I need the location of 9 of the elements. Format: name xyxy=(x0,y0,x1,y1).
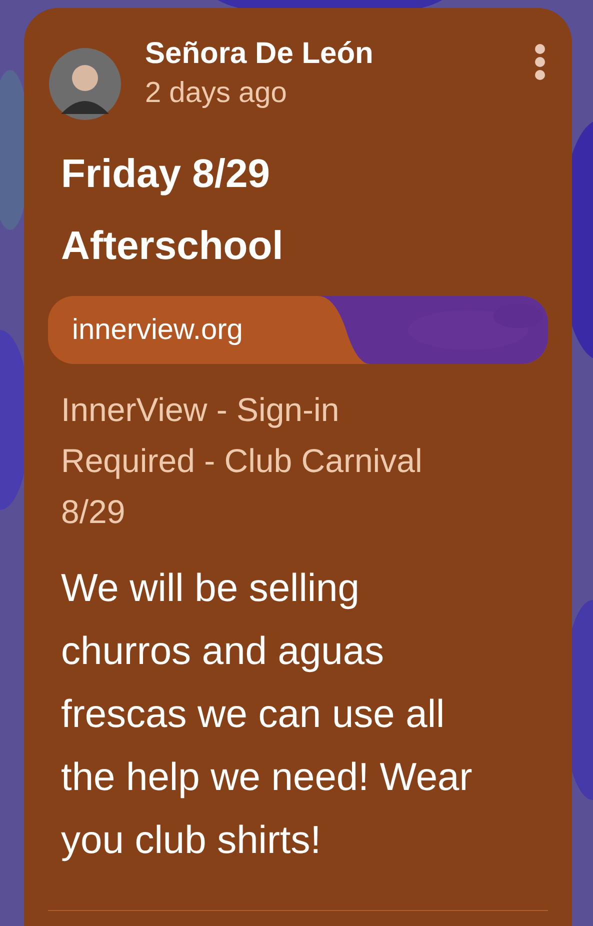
author-name[interactable]: Señora De León xyxy=(145,36,534,72)
more-options-icon[interactable] xyxy=(534,44,546,80)
post-title: Friday 8/29 Afterschool xyxy=(61,151,284,270)
post-time: 2 days ago xyxy=(145,76,288,111)
link-domain: innerview.org xyxy=(72,314,243,346)
link-description: InnerView - Sign-in Required - Club Carnival 8/29 xyxy=(61,390,424,532)
avatar xyxy=(49,48,121,120)
link-preview[interactable]: innerview.org xyxy=(48,296,548,364)
post-body: We will be selling churros and aguas frescas we can use all the help we need! Wear you club shirts! xyxy=(61,566,474,864)
